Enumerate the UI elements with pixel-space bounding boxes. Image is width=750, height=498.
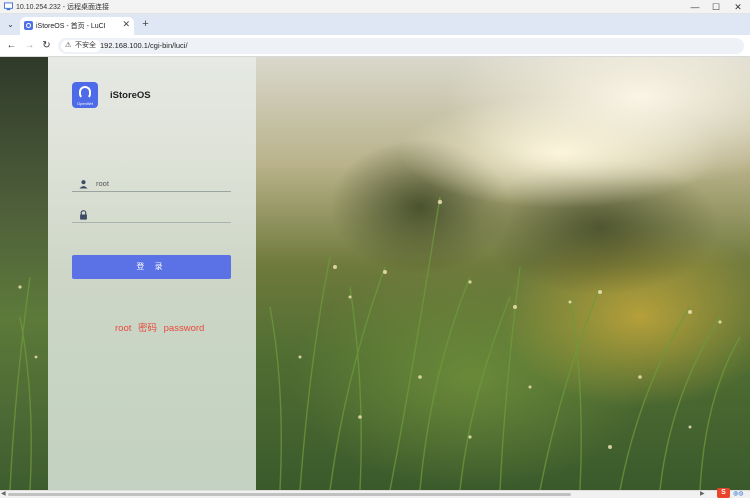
security-warning-chip[interactable]: ⚠ 不安全: [61, 40, 101, 52]
minimize-button[interactable]: —: [684, 0, 706, 14]
remote-desktop-title: 10.10.254.232 - 远程桌面连接: [16, 4, 109, 11]
forward-button[interactable]: →: [23, 39, 36, 52]
login-panel: OpenWrt iStoreOS 登 录 root 密码 password: [48, 57, 256, 490]
tab-strip: ⌄ iStoreOS - 首页 - LuCI ✕ +: [0, 14, 750, 35]
reload-button[interactable]: ↻: [40, 39, 53, 52]
user-icon: [79, 180, 88, 189]
address-bar[interactable]: ⚠ 不安全 192.168.100.1/cgi-bin/luci/: [58, 38, 744, 54]
tab-search-button[interactable]: ⌄: [3, 17, 18, 32]
credentials-hint: root 密码 password: [115, 323, 205, 334]
scrollbar-thumb[interactable]: [8, 493, 571, 496]
logo-caption: OpenWrt: [77, 101, 93, 106]
username-field[interactable]: [72, 176, 231, 192]
scroll-right-icon[interactable]: ▶: [700, 491, 705, 498]
horizontal-scrollbar[interactable]: ◀ ▶: [0, 490, 750, 498]
tab-close-icon[interactable]: ✕: [122, 19, 130, 30]
back-button[interactable]: ←: [5, 39, 18, 52]
url-text: 192.168.100.1/cgi-bin/luci/: [100, 41, 188, 50]
tray-app-icon[interactable]: S: [717, 488, 730, 498]
close-window-button[interactable]: ✕: [727, 0, 749, 14]
remote-desktop-icon: [4, 2, 13, 11]
username-input[interactable]: [96, 177, 226, 190]
maximize-button[interactable]: ☐: [705, 0, 727, 14]
security-warning-label: 不安全: [75, 42, 96, 49]
warning-icon: ⚠: [65, 42, 72, 49]
tab-title: iStoreOS - 首页 - LuCI: [36, 23, 106, 30]
brand-title: iStoreOS: [110, 90, 151, 101]
password-input[interactable]: [96, 208, 226, 221]
openwrt-logo-icon: OpenWrt: [72, 82, 98, 108]
lock-icon: [80, 210, 87, 220]
istoreos-favicon-icon: [24, 21, 33, 30]
new-tab-button[interactable]: +: [139, 18, 152, 31]
remote-desktop-titlebar: 10.10.254.232 - 远程桌面连接 — ☐ ✕: [0, 0, 750, 14]
password-field[interactable]: [72, 207, 231, 223]
tab-istoreos[interactable]: iStoreOS - 首页 - LuCI ✕: [20, 17, 134, 35]
scroll-left-icon[interactable]: ◀: [1, 491, 6, 498]
page-content: OpenWrt iStoreOS 登 录 root 密码 password: [0, 57, 750, 490]
browser-toolbar: ← → ↻ ⚠ 不安全 192.168.100.1/cgi-bin/luci/: [0, 35, 750, 57]
login-button[interactable]: 登 录: [72, 255, 231, 279]
tray-extra-icon[interactable]: ◍◍: [733, 490, 743, 497]
